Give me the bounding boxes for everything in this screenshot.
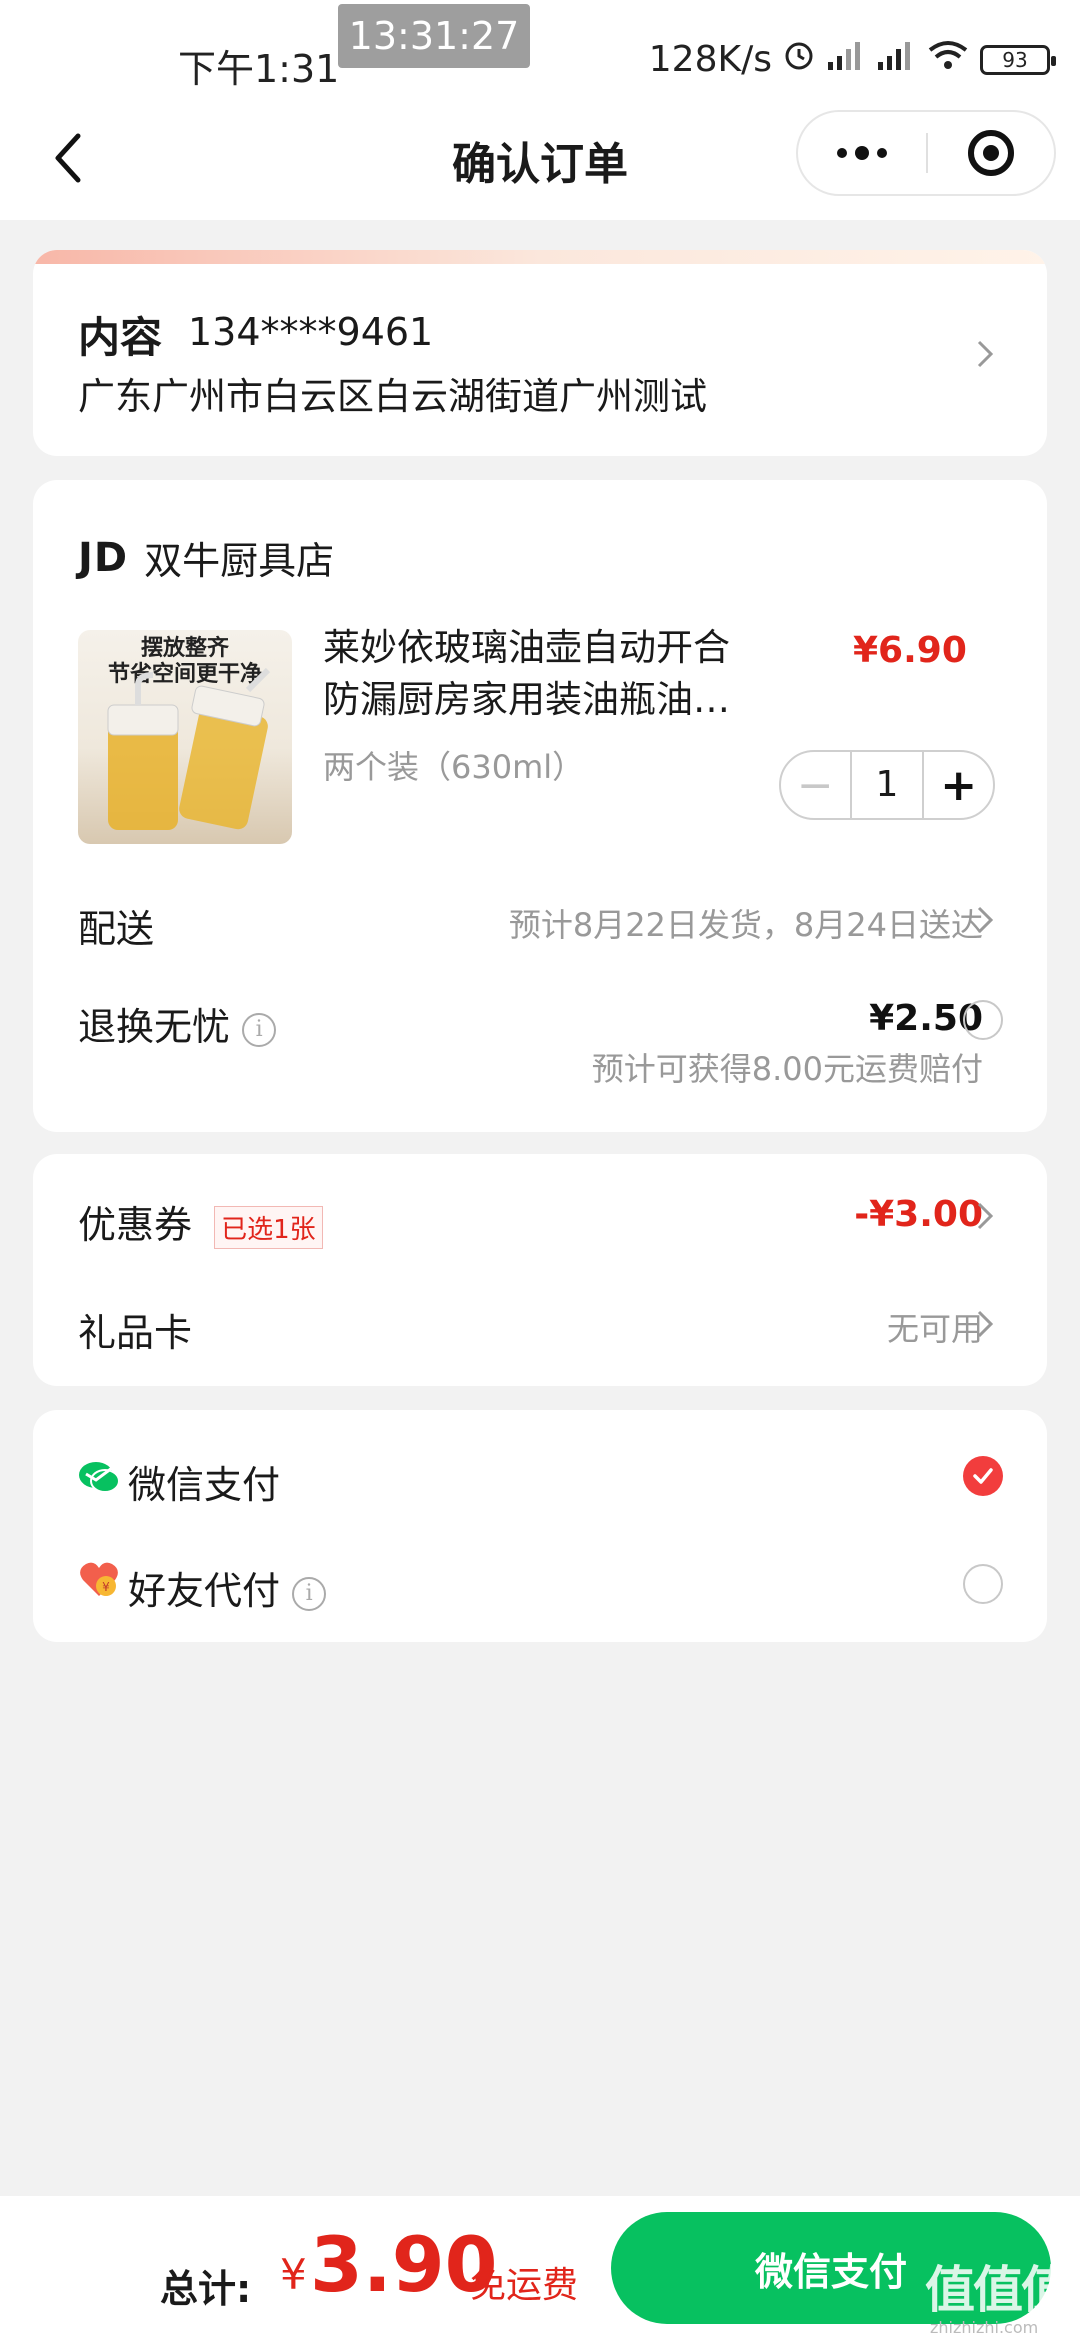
signal-icon-2 bbox=[876, 38, 916, 81]
friend-pay-heart-icon: ¥ bbox=[78, 1560, 120, 1604]
gift-card-value[interactable]: 无可用 bbox=[887, 1304, 983, 1350]
shop-card: JD 双牛厨具店 摆放整齐 节省空间更干净 莱妙依玻璃油壶自动开合防漏厨房家用装… bbox=[33, 480, 1047, 1132]
product-image[interactable]: 摆放整齐 节省空间更干净 bbox=[78, 630, 292, 844]
alarm-icon bbox=[782, 38, 816, 81]
friend-pay-row[interactable]: 好友代付 i bbox=[128, 1560, 327, 1615]
free-shipping-label: 免运费 bbox=[470, 2265, 579, 2306]
nav-bar: 确认订单 bbox=[0, 110, 1080, 220]
total-currency: ¥ bbox=[280, 2250, 307, 2299]
close-miniapp-button[interactable] bbox=[928, 110, 1054, 196]
quantity-value[interactable]: 1 bbox=[849, 752, 925, 818]
clock-overlay: 13:31:27 bbox=[338, 4, 530, 68]
return-service-row: 退换无忧 i bbox=[78, 996, 277, 1051]
address-card[interactable]: 内容 134****9461 广东广州市白云区白云湖街道广州测试 bbox=[33, 250, 1047, 456]
quantity-stepper: − 1 + bbox=[779, 750, 995, 820]
chevron-right-icon bbox=[973, 334, 997, 374]
product-title[interactable]: 莱妙依玻璃油壶自动开合防漏厨房家用装油瓶油… bbox=[323, 622, 763, 726]
chevron-right-icon bbox=[973, 1304, 997, 1344]
coupon-discount[interactable]: -¥3.00 bbox=[854, 1194, 983, 1235]
recipient-name: 内容 bbox=[78, 313, 163, 362]
discount-card: 优惠券 已选1张 -¥3.00 礼品卡 无可用 bbox=[33, 1154, 1047, 1386]
gift-card-label[interactable]: 礼品卡 bbox=[78, 1302, 192, 1357]
miniapp-capsule bbox=[796, 110, 1056, 196]
watermark: 值值值 bbox=[925, 2261, 1071, 2319]
coupon-row[interactable]: 优惠券 已选1张 bbox=[78, 1194, 323, 1249]
oil-bottle-illustration bbox=[107, 667, 271, 830]
wifi-icon bbox=[926, 38, 970, 81]
chevron-right-icon bbox=[973, 1196, 997, 1236]
coupon-selected-badge: 已选1张 bbox=[214, 1206, 323, 1249]
more-icon-dot-2 bbox=[877, 148, 887, 158]
info-icon[interactable]: i bbox=[292, 1576, 327, 1611]
check-icon bbox=[973, 1468, 993, 1484]
coupon-label: 优惠券 bbox=[78, 1203, 193, 1247]
address-detail: 广东广州市白云区白云湖街道广州测试 bbox=[78, 375, 707, 418]
payment-method-card: 微信支付 ¥ 好友代付 i bbox=[33, 1410, 1047, 1642]
product-price: ¥6.90 bbox=[853, 630, 967, 671]
checkout-bar: 总计: ¥ 3.90 免运费 微信支付 bbox=[0, 2196, 1080, 2340]
return-service-radio[interactable] bbox=[963, 1000, 1003, 1040]
jd-logo: JD bbox=[78, 534, 129, 581]
product-spec: 两个装（630ml） bbox=[323, 748, 585, 786]
svg-text:¥: ¥ bbox=[102, 1580, 110, 1594]
wechat-pay-radio[interactable] bbox=[963, 1456, 1003, 1496]
info-icon[interactable]: i bbox=[242, 1012, 277, 1047]
return-service-note: 预计可获得8.00元运费赔付 bbox=[591, 1050, 983, 1088]
status-icons: 128K/s 93 bbox=[648, 38, 1056, 81]
shop-header[interactable]: JD 双牛厨具店 bbox=[78, 530, 334, 585]
target-icon bbox=[967, 130, 1014, 176]
recipient-phone: 134****9461 bbox=[188, 310, 434, 354]
chevron-right-icon bbox=[973, 900, 997, 940]
shop-name: 双牛厨具店 bbox=[144, 539, 335, 583]
increase-quantity-button[interactable]: + bbox=[924, 752, 993, 818]
decrease-quantity-button[interactable]: − bbox=[781, 752, 850, 818]
more-icon bbox=[837, 148, 847, 158]
target-icon-center bbox=[982, 145, 999, 161]
status-bar: 下午1:31 13:31:27 128K/s 93 bbox=[0, 0, 1080, 110]
network-speed: 128K/s bbox=[648, 39, 772, 80]
address-stripe bbox=[33, 250, 1047, 264]
battery-icon: 93 bbox=[980, 44, 1056, 75]
total-label: 总计: bbox=[160, 2267, 252, 2311]
watermark-url: zhizhizhi.com bbox=[930, 2318, 1039, 2337]
more-icon-dot bbox=[855, 146, 869, 160]
signal-icon bbox=[826, 38, 866, 81]
status-time: 下午1:31 bbox=[178, 47, 340, 91]
delivery-label: 配送 bbox=[78, 907, 155, 951]
friend-pay-radio[interactable] bbox=[963, 1564, 1003, 1604]
friend-pay-option: 好友代付 bbox=[128, 1569, 281, 1613]
delivery-estimate[interactable]: 预计8月22日发货，8月24日送达 bbox=[509, 900, 983, 946]
wechat-pay-icon bbox=[78, 1460, 120, 1500]
wechat-pay-option[interactable]: 微信支付 bbox=[128, 1454, 280, 1509]
more-button[interactable] bbox=[798, 110, 926, 196]
return-service-label: 退换无忧 bbox=[78, 1005, 231, 1049]
